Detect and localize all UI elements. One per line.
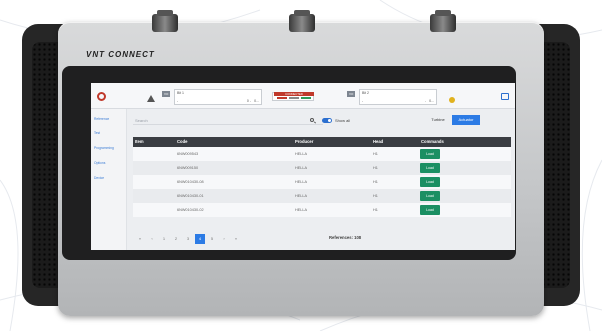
app-logo-icon[interactable]	[97, 92, 106, 101]
table-header: Item Code Producer Head Commands	[133, 137, 511, 147]
search-input[interactable]: Search	[133, 116, 323, 125]
row-head: H1	[373, 166, 378, 170]
row-head: H1	[373, 194, 378, 198]
load-button[interactable]: Load	[420, 191, 440, 201]
page-4-active[interactable]: 4	[195, 234, 205, 244]
sensor-2-value: -	[362, 99, 364, 103]
sensor-1-mid: 0 -	[246, 99, 251, 103]
sidebar-item-test[interactable]: Test	[94, 131, 100, 135]
header-code: Code	[177, 139, 188, 144]
page-first[interactable]: «	[135, 234, 145, 244]
sensor-2-mid: -	[424, 99, 426, 103]
tab-actuator[interactable]: Actuator	[452, 115, 480, 125]
row-producer: HELLA	[295, 166, 308, 170]
search-icon[interactable]	[310, 118, 314, 122]
page-next[interactable]: ›	[219, 234, 229, 244]
page-3[interactable]: 3	[183, 234, 193, 244]
page-2[interactable]: 2	[171, 234, 181, 244]
row-code: 6NW010430-01	[177, 194, 204, 198]
row-head: H1	[373, 152, 378, 156]
row-producer: HELLA	[295, 180, 308, 184]
brand-logo: VNT CONNECT	[86, 50, 155, 59]
menu-icon[interactable]	[501, 93, 509, 100]
connector-center	[289, 10, 315, 32]
load-button[interactable]: Load	[420, 177, 440, 187]
sensor-2-end: 0...	[429, 99, 434, 103]
sidebar-item-options[interactable]: Options	[94, 161, 105, 165]
row-code: 6NW009543	[177, 152, 199, 156]
sensor-1-label: Bit 1	[177, 91, 185, 95]
status-bar-green	[301, 97, 311, 99]
header-commands: Commands	[421, 139, 444, 144]
row-code: 6NW010430-02	[177, 208, 204, 212]
pagination: « ‹ 1 2 3 4 5 › »	[135, 234, 265, 244]
row-head: H1	[373, 208, 378, 212]
sensor-2-box: VO Bit 2 - - 0...	[347, 89, 437, 105]
table-row[interactable]: 6NW010430-01 HELLA H1 Load	[133, 189, 511, 203]
show-all-label: Show all	[335, 118, 351, 123]
connector-right	[430, 10, 456, 32]
row-code: 6NW010430-08	[177, 180, 204, 184]
page-1[interactable]: 1	[159, 234, 169, 244]
load-button[interactable]: Load	[420, 163, 440, 173]
page-prev[interactable]: ‹	[147, 234, 157, 244]
page-last[interactable]: »	[231, 234, 241, 244]
connector-left	[152, 10, 178, 32]
table-row[interactable]: 6NW009150 HELLA H1 Load	[133, 161, 511, 175]
table-row[interactable]: 6NW009543 HELLA H1 Load	[133, 147, 511, 161]
status-bar-gray	[289, 97, 299, 99]
row-head: H1	[373, 180, 378, 184]
table-row[interactable]: 6NW010430-08 HELLA H1 Load	[133, 175, 511, 189]
row-producer: HELLA	[295, 152, 308, 156]
header-producer: Producer	[295, 139, 314, 144]
sensor-1-box: VO Bit 1 - 0 - 0...	[162, 89, 262, 105]
row-code: 6NW009150	[177, 166, 199, 170]
header-head: Head	[373, 139, 384, 144]
references-count: References: 108	[329, 235, 362, 240]
connection-status: CONNECTED	[272, 92, 314, 101]
bulb-icon	[449, 97, 455, 103]
top-bar: VO Bit 1 - 0 - 0... CONNECTED VO Bit 2 -…	[91, 83, 515, 109]
warning-icon	[147, 95, 155, 102]
sensor-1-end: 0...	[254, 99, 259, 103]
sidebar-item-device[interactable]: Device	[94, 176, 104, 180]
side-nav: Reference Test Programming Options Devic…	[91, 109, 127, 250]
screen: VO Bit 1 - 0 - 0... CONNECTED VO Bit 2 -…	[91, 83, 515, 250]
table-row[interactable]: 6NW010430-02 HELLA H1 Load	[133, 203, 511, 217]
sidebar-item-reference[interactable]: Reference	[94, 117, 109, 121]
sensor-2-label: Bit 2	[362, 91, 370, 95]
show-all-toggle[interactable]	[322, 118, 332, 123]
load-button[interactable]: Load	[420, 205, 440, 215]
tab-turbine[interactable]: Turbine	[425, 115, 451, 125]
sensor-1-tag: VO	[162, 91, 171, 97]
row-producer: HELLA	[295, 194, 308, 198]
page-5[interactable]: 5	[207, 234, 217, 244]
connection-status-label: CONNECTED	[274, 92, 314, 96]
sidebar-item-programming[interactable]: Programming	[94, 146, 114, 150]
sensor-1-value: -	[177, 99, 179, 103]
status-bar-red	[277, 97, 287, 99]
sensor-2-tag: VO	[347, 91, 356, 97]
load-button[interactable]: Load	[420, 149, 440, 159]
header-item: Item	[135, 139, 144, 144]
row-producer: HELLA	[295, 208, 308, 212]
